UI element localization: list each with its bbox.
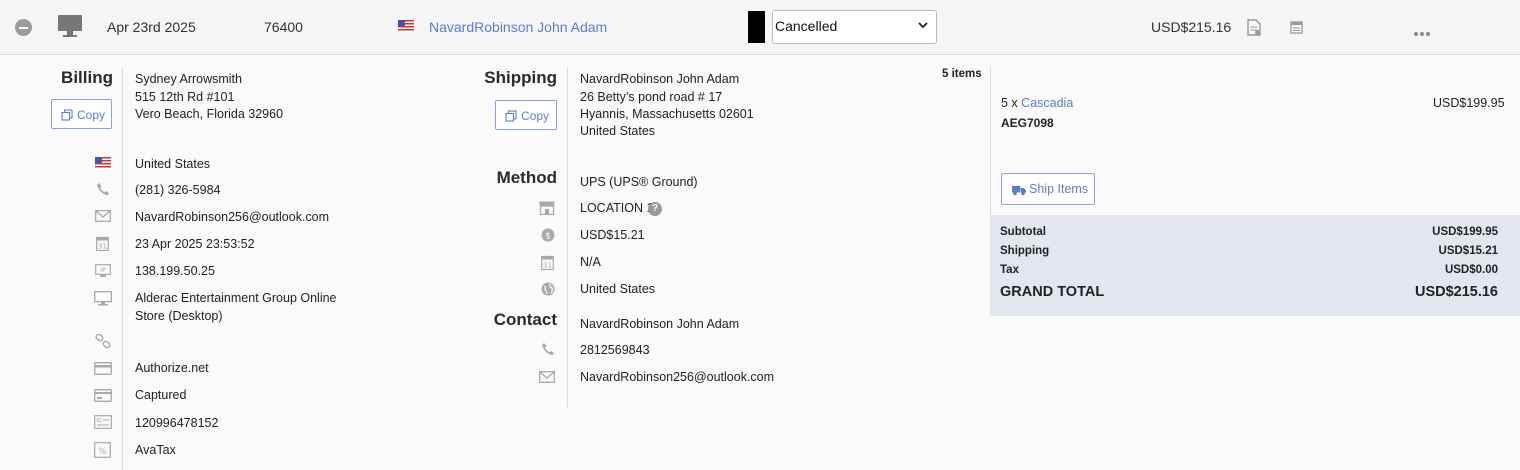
contact-title: Contact	[493, 310, 557, 329]
billing-copy-button[interactable]: Copy	[51, 99, 112, 129]
billing-store-line1: Alderac Entertainment Group Online	[135, 291, 337, 305]
svg-text:%: %	[98, 447, 107, 457]
item-quantity: 5 x	[1001, 96, 1018, 110]
us-flag-icon	[398, 20, 414, 35]
redaction-block	[748, 11, 765, 43]
shipping-address2: Hyannis, Massachusetts 02601	[580, 107, 754, 121]
copy-icon	[61, 109, 73, 121]
svg-text:$: $	[545, 232, 551, 242]
ip-icon: IP	[95, 264, 111, 278]
item-line: 5 x Cascadia	[1001, 96, 1073, 110]
billing-phone: (281) 326-5984	[135, 183, 221, 197]
link-icon	[95, 334, 111, 349]
ship-items-label: Ship Items	[1029, 182, 1089, 196]
billing-address2: Vero Beach, Florida 32960	[135, 107, 284, 121]
order-number[interactable]: 76400	[264, 19, 303, 35]
envelope-icon	[95, 210, 111, 222]
globe-icon	[541, 282, 555, 296]
subtotal-value: USD$199.95	[1432, 226, 1498, 238]
order-date: Apr 23rd 2025	[107, 19, 196, 35]
truck-icon	[1012, 186, 1026, 196]
shipping-label: Shipping	[1000, 245, 1050, 257]
items-count: 5 items	[942, 68, 982, 80]
shipping-name: NavardRobinson John Adam	[580, 72, 740, 86]
shipping-address1: 26 Betty’s pond road # 17	[580, 90, 723, 104]
tax-value: USD$0.00	[1444, 264, 1498, 276]
card-status-icon	[94, 389, 112, 402]
method-country-link[interactable]: United States	[580, 282, 655, 296]
tax-label: Tax	[1000, 264, 1019, 276]
billing-address1: 515 12th Rd #101	[135, 90, 235, 104]
us-flag-icon	[95, 157, 111, 169]
order-status-value: Cancelled	[775, 18, 838, 34]
order-totals: Subtotal USD$199.95 Shipping USD$15.21 T…	[990, 215, 1520, 316]
customer-name-link[interactable]: NavardRobinson John Adam	[429, 19, 607, 35]
copy-icon	[505, 110, 517, 122]
phone-icon	[541, 342, 555, 356]
calendar-icon[interactable]	[1290, 20, 1303, 37]
calendar-icon: 31	[541, 255, 554, 270]
svg-text:31: 31	[543, 262, 552, 270]
item-sku: AEG7098	[1001, 116, 1054, 130]
store-icon	[539, 201, 555, 215]
contact-email-link[interactable]: NavardRobinson256@outlook.com	[580, 370, 774, 384]
svg-text:31: 31	[98, 243, 107, 251]
phone-icon	[96, 182, 110, 196]
billing-payment-status: Captured	[135, 388, 187, 402]
collapse-icon[interactable]	[15, 19, 32, 36]
shipping-country: United States	[580, 124, 656, 138]
monitor-icon	[57, 14, 83, 38]
billing-payment-gateway: Authorize.net	[135, 361, 209, 375]
help-icon[interactable]: ?	[648, 202, 662, 216]
billing-ip-link[interactable]: 138.199.50.25	[135, 264, 215, 278]
shipping-title: Shipping	[484, 68, 557, 87]
more-dots-icon[interactable]	[1414, 25, 1432, 39]
shipping-divider	[567, 67, 568, 407]
contact-phone: 2812569843	[580, 343, 650, 357]
billing-country: United States	[135, 157, 211, 171]
calendar-icon: 31	[96, 236, 109, 251]
billing-title: Billing	[61, 68, 113, 87]
invoice-icon[interactable]	[1247, 19, 1261, 39]
method-carrier: UPS (UPS® Ground)	[580, 175, 698, 189]
order-status-select[interactable]: Cancelled	[772, 10, 937, 44]
grand-total-label: GRAND TOTAL	[1000, 284, 1105, 300]
svg-text:IP: IP	[100, 267, 106, 274]
items-divider	[990, 67, 991, 215]
envelope-icon	[539, 371, 555, 383]
billing-transaction-id: 120996478152	[135, 416, 219, 430]
ship-items-button[interactable]: Ship Items	[1001, 173, 1095, 205]
credit-card-icon	[94, 362, 112, 375]
billing-tax-provider: AvaTax	[135, 443, 176, 457]
grand-total-value: USD$215.16	[1414, 284, 1498, 300]
percent-icon: %	[94, 442, 111, 458]
shipping-value: USD$15.21	[1438, 245, 1498, 257]
billing-date-time: 23 Apr 2025 23:53:52	[135, 237, 255, 251]
subtotal-label: Subtotal	[1000, 226, 1046, 238]
billing-divider	[122, 67, 123, 470]
id-card-icon: ID	[94, 415, 112, 429]
method-location: LOCATION 1	[580, 201, 654, 215]
billing-store-line2: Store (Desktop)	[135, 309, 223, 323]
svg-text:ID: ID	[96, 418, 101, 424]
contact-name: NavardRobinson John Adam	[580, 317, 740, 331]
chevron-down-icon	[918, 22, 928, 29]
shipping-copy-button[interactable]: Copy	[495, 100, 557, 130]
dollar-circle-icon: $	[541, 228, 555, 242]
method-cost: USD$15.21	[580, 228, 645, 242]
monitor-icon	[94, 291, 112, 306]
item-name-link[interactable]: Cascadia	[1021, 96, 1073, 110]
billing-email-link[interactable]: NavardRobinson256@outlook.com	[135, 210, 329, 224]
item-price: USD$199.95	[1433, 96, 1505, 110]
method-title: Method	[496, 168, 557, 187]
order-total: USD$215.16	[1151, 19, 1232, 35]
billing-name: Sydney Arrowsmith	[135, 72, 242, 86]
order-header-row[interactable]: Apr 23rd 2025 76400 NavardRobinson John …	[0, 0, 1520, 55]
method-date: N/A	[580, 255, 601, 269]
